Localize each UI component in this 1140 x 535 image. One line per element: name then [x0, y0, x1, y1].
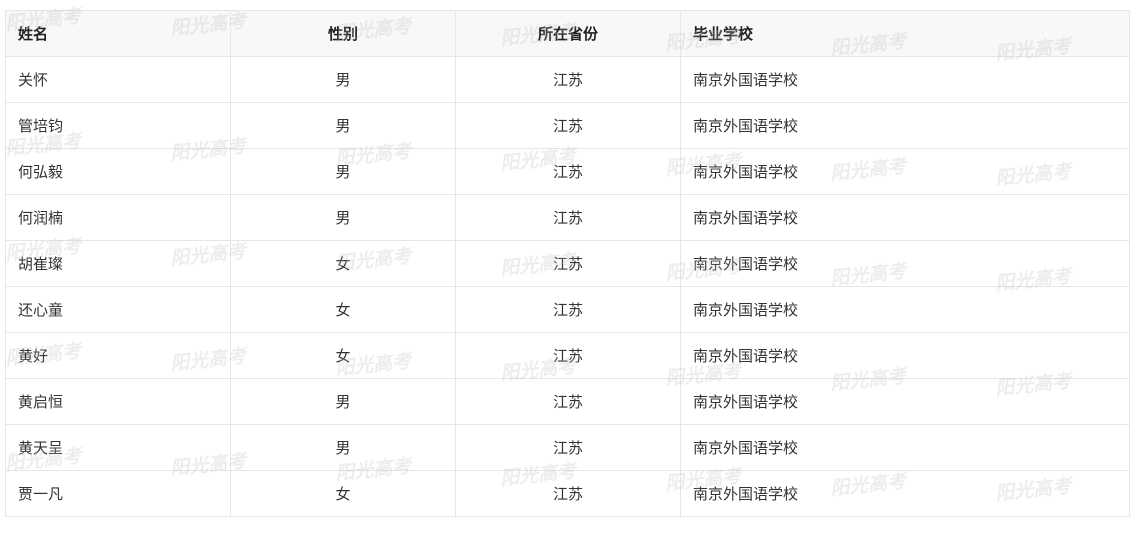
cell-province: 江苏 — [455, 332, 681, 379]
cell-school: 南京外国语学校 — [680, 378, 1130, 425]
cell-gender: 男 — [230, 194, 456, 241]
table-row: 黄启恒 男 江苏 南京外国语学校 — [5, 378, 1130, 425]
cell-province: 江苏 — [455, 424, 681, 471]
table-row: 还心童 女 江苏 南京外国语学校 — [5, 286, 1130, 333]
table-row: 贾一凡 女 江苏 南京外国语学校 — [5, 470, 1130, 517]
cell-province: 江苏 — [455, 194, 681, 241]
table-row: 何弘毅 男 江苏 南京外国语学校 — [5, 148, 1130, 195]
cell-province: 江苏 — [455, 240, 681, 287]
cell-school: 南京外国语学校 — [680, 194, 1130, 241]
cell-gender: 男 — [230, 378, 456, 425]
table-row: 管培钧 男 江苏 南京外国语学校 — [5, 102, 1130, 149]
cell-school: 南京外国语学校 — [680, 148, 1130, 195]
cell-name: 何弘毅 — [5, 148, 231, 195]
cell-gender: 女 — [230, 240, 456, 287]
cell-name: 黄天呈 — [5, 424, 231, 471]
header-gender: 性别 — [230, 10, 456, 57]
table-row: 黄天呈 男 江苏 南京外国语学校 — [5, 424, 1130, 471]
cell-name: 黄启恒 — [5, 378, 231, 425]
table-row: 胡崔璨 女 江苏 南京外国语学校 — [5, 240, 1130, 287]
cell-school: 南京外国语学校 — [680, 56, 1130, 103]
cell-gender: 男 — [230, 424, 456, 471]
student-table: 姓名 性别 所在省份 毕业学校 关怀 男 江苏 南京外国语学校 管培钧 男 江苏… — [5, 10, 1130, 517]
cell-name: 胡崔璨 — [5, 240, 231, 287]
header-province: 所在省份 — [455, 10, 681, 57]
cell-gender: 女 — [230, 332, 456, 379]
cell-name: 贾一凡 — [5, 470, 231, 517]
cell-province: 江苏 — [455, 148, 681, 195]
table-header: 姓名 性别 所在省份 毕业学校 — [5, 10, 1130, 57]
cell-school: 南京外国语学校 — [680, 102, 1130, 149]
cell-gender: 男 — [230, 102, 456, 149]
table-body: 关怀 男 江苏 南京外国语学校 管培钧 男 江苏 南京外国语学校 何弘毅 男 江… — [5, 56, 1130, 517]
cell-gender: 男 — [230, 148, 456, 195]
cell-school: 南京外国语学校 — [680, 470, 1130, 517]
cell-school: 南京外国语学校 — [680, 286, 1130, 333]
cell-gender: 男 — [230, 56, 456, 103]
table-row: 黄好 女 江苏 南京外国语学校 — [5, 332, 1130, 379]
cell-gender: 女 — [230, 286, 456, 333]
cell-name: 关怀 — [5, 56, 231, 103]
cell-province: 江苏 — [455, 286, 681, 333]
cell-school: 南京外国语学校 — [680, 332, 1130, 379]
table-row: 关怀 男 江苏 南京外国语学校 — [5, 56, 1130, 103]
header-name: 姓名 — [5, 10, 231, 57]
cell-province: 江苏 — [455, 378, 681, 425]
cell-name: 黄好 — [5, 332, 231, 379]
cell-school: 南京外国语学校 — [680, 240, 1130, 287]
cell-province: 江苏 — [455, 102, 681, 149]
header-school: 毕业学校 — [680, 10, 1130, 57]
table-header-row: 姓名 性别 所在省份 毕业学校 — [5, 10, 1130, 57]
cell-name: 管培钧 — [5, 102, 231, 149]
cell-name: 何润楠 — [5, 194, 231, 241]
cell-school: 南京外国语学校 — [680, 424, 1130, 471]
cell-province: 江苏 — [455, 56, 681, 103]
cell-name: 还心童 — [5, 286, 231, 333]
cell-province: 江苏 — [455, 470, 681, 517]
table-row: 何润楠 男 江苏 南京外国语学校 — [5, 194, 1130, 241]
student-table-container: 姓名 性别 所在省份 毕业学校 关怀 男 江苏 南京外国语学校 管培钧 男 江苏… — [5, 10, 1130, 517]
cell-gender: 女 — [230, 470, 456, 517]
